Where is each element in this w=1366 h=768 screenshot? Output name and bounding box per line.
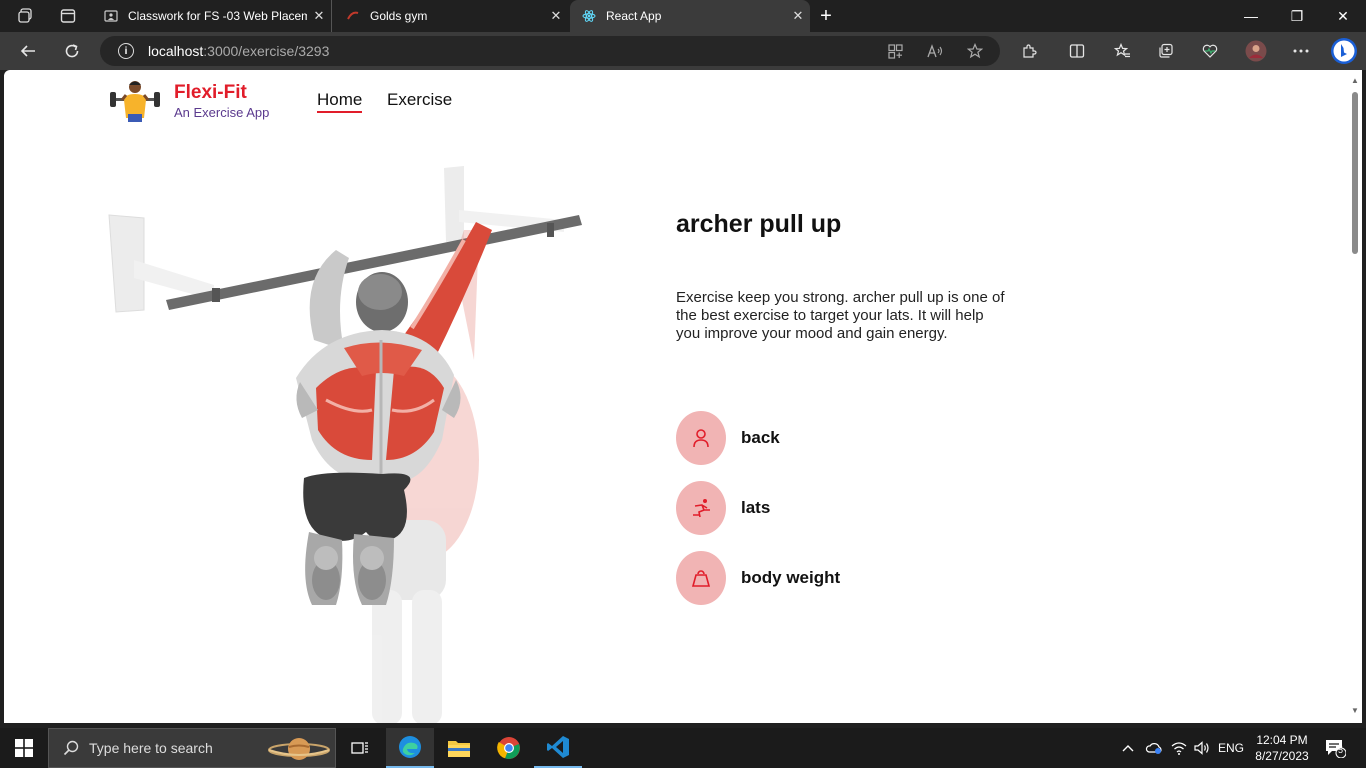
classroom-icon [104,9,118,23]
web-page: Flexi-Fit An Exercise App Home Exercise [4,70,1348,723]
url-path: :3000/exercise/3293 [203,43,330,59]
onedrive-icon[interactable] [1142,728,1166,768]
search-highlight-icon [267,734,331,764]
tag-label: lats [741,498,771,517]
brand-tagline: An Exercise App [174,105,270,120]
windows-start-icon[interactable] [0,728,48,768]
tab-title: Golds gym [370,9,428,23]
bing-copilot-icon[interactable] [1326,32,1362,70]
clock[interactable]: 12:04 PM 8/27/2023 [1250,728,1314,768]
workspaces-icon[interactable] [8,0,44,32]
refresh-icon[interactable] [54,32,90,70]
clock-time: 12:04 PM [1256,733,1308,747]
close-window-button[interactable]: ✕ [1320,0,1366,32]
windows-taskbar: Type here to search ENG 12:04 PM 8/27/20… [0,728,1366,768]
browser-tab-bar: Classwork for FS -03 Web Placem ✕ Golds … [0,0,1366,32]
favorite-star-icon[interactable] [960,36,990,66]
tag-equipment: body weight [676,551,840,605]
chrome-icon[interactable] [485,728,533,768]
nav-link-exercise[interactable]: Exercise [387,90,452,110]
wifi-icon[interactable] [1167,728,1191,768]
scrollbar-thumb[interactable] [1352,92,1358,254]
taskbar-search[interactable]: Type here to search [48,728,336,768]
weight-icon [676,551,726,605]
profile-avatar-icon[interactable] [1238,32,1274,70]
exercise-illustration [104,160,594,723]
edge-app-icon[interactable] [386,728,434,768]
react-icon [582,9,596,23]
person-icon [676,411,726,465]
page-scrollbar[interactable]: ▲ ▼ [1348,70,1362,723]
address-bar[interactable]: i localhost:3000/exercise/3293 [100,36,1000,66]
tab-react-app[interactable]: React App ✕ [570,0,810,32]
url-host: localhost [148,43,204,59]
brand-name: Flexi-Fit [174,82,247,103]
tab-close-button[interactable]: ✕ [544,8,568,24]
notification-center-icon[interactable]: 5 [1318,728,1352,768]
tag-label: back [741,428,780,447]
tag-label: body weight [741,568,841,587]
workout-icon [676,481,726,535]
tab-title: React App [606,9,662,23]
tab-actions-icon[interactable] [50,0,86,32]
tab-classwork[interactable]: Classwork for FS -03 Web Placem ✕ [92,0,332,32]
favorites-icon[interactable] [1104,32,1140,70]
vscode-icon[interactable] [534,728,582,768]
minimize-button[interactable]: — [1228,0,1274,32]
collections-icon[interactable] [1148,32,1184,70]
search-placeholder: Type here to search [89,740,213,756]
scroll-down-icon[interactable]: ▼ [1351,706,1359,715]
flexi-fit-logo-icon[interactable] [108,78,162,124]
restore-button[interactable]: ❐ [1274,0,1320,32]
back-icon[interactable] [10,32,46,70]
browser-toolbar: i localhost:3000/exercise/3293 [0,32,1366,70]
gym-icon [346,9,360,23]
split-screen-icon[interactable] [1059,32,1095,70]
tag-target: lats [676,481,770,535]
app-available-icon[interactable] [880,36,910,66]
tag-body-part: back [676,411,780,465]
language-indicator[interactable]: ENG [1214,728,1248,768]
clock-date: 8/27/2023 [1255,749,1309,763]
browser-essentials-icon[interactable] [1192,32,1228,70]
exercise-description: Exercise keep you strong. archer pull up… [676,289,1005,342]
tab-close-button[interactable]: ✕ [307,8,331,24]
exercise-title: archer pull up [676,210,842,238]
notification-count: 5 [1338,745,1344,755]
tab-title: Classwork for FS -03 Web Placem [128,9,307,23]
more-options-icon[interactable] [1283,32,1319,70]
file-explorer-icon[interactable] [435,728,483,768]
tab-golds-gym[interactable]: Golds gym ✕ [334,0,568,32]
volume-icon[interactable] [1190,728,1214,768]
tab-close-button[interactable]: ✕ [786,8,810,24]
extensions-icon[interactable] [1011,32,1047,70]
task-view-icon[interactable] [336,728,384,768]
read-aloud-icon[interactable] [920,36,950,66]
new-tab-button[interactable]: + [808,0,844,32]
brand[interactable]: Flexi-Fit An Exercise App [174,82,269,120]
chevron-up-icon[interactable] [1116,728,1140,768]
site-info-icon[interactable]: i [118,43,134,59]
nav-link-home[interactable]: Home [317,90,363,113]
search-icon [63,740,79,756]
scroll-up-icon[interactable]: ▲ [1351,76,1359,85]
